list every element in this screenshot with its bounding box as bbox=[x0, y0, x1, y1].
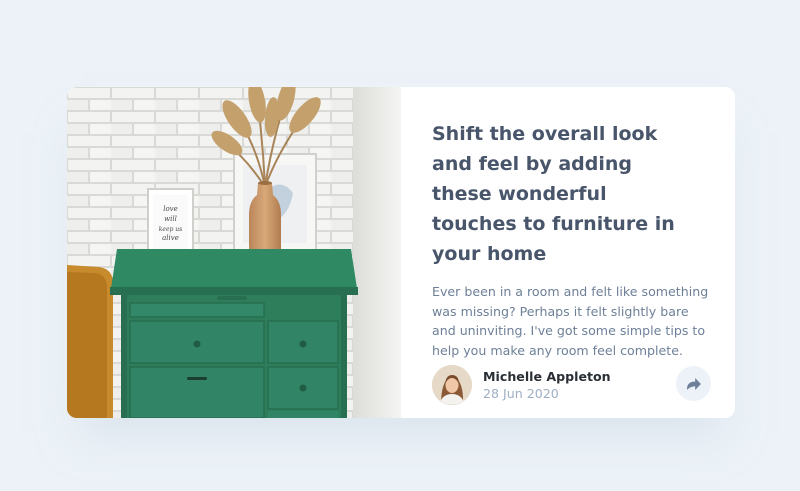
frame-text-4: alive bbox=[162, 234, 179, 242]
article-body: Shift the overall look and feel by addin… bbox=[401, 87, 735, 418]
avatar-photo bbox=[432, 365, 472, 405]
share-button[interactable] bbox=[676, 366, 711, 401]
publish-date: 28 Jun 2020 bbox=[483, 386, 559, 401]
avatar bbox=[432, 365, 472, 405]
author-block: Michelle Appleton 28 Jun 2020 bbox=[432, 365, 611, 405]
drawers-illustration: love will keep us alive bbox=[67, 87, 401, 418]
frame-text-1: love bbox=[163, 205, 178, 213]
frame-text-2: will bbox=[164, 215, 177, 223]
author-info: Michelle Appleton 28 Jun 2020 bbox=[483, 368, 611, 402]
share-icon bbox=[686, 377, 701, 390]
article-image: love will keep us alive bbox=[67, 87, 401, 418]
author-name: Michelle Appleton bbox=[483, 369, 611, 384]
frame-text-3: keep us bbox=[159, 226, 182, 233]
article-excerpt: Ever been in a room and felt like someth… bbox=[432, 284, 709, 358]
article-card: love will keep us alive Shift the overal… bbox=[67, 87, 735, 418]
article-title[interactable]: Shift the overall look and feel by addin… bbox=[432, 119, 682, 269]
